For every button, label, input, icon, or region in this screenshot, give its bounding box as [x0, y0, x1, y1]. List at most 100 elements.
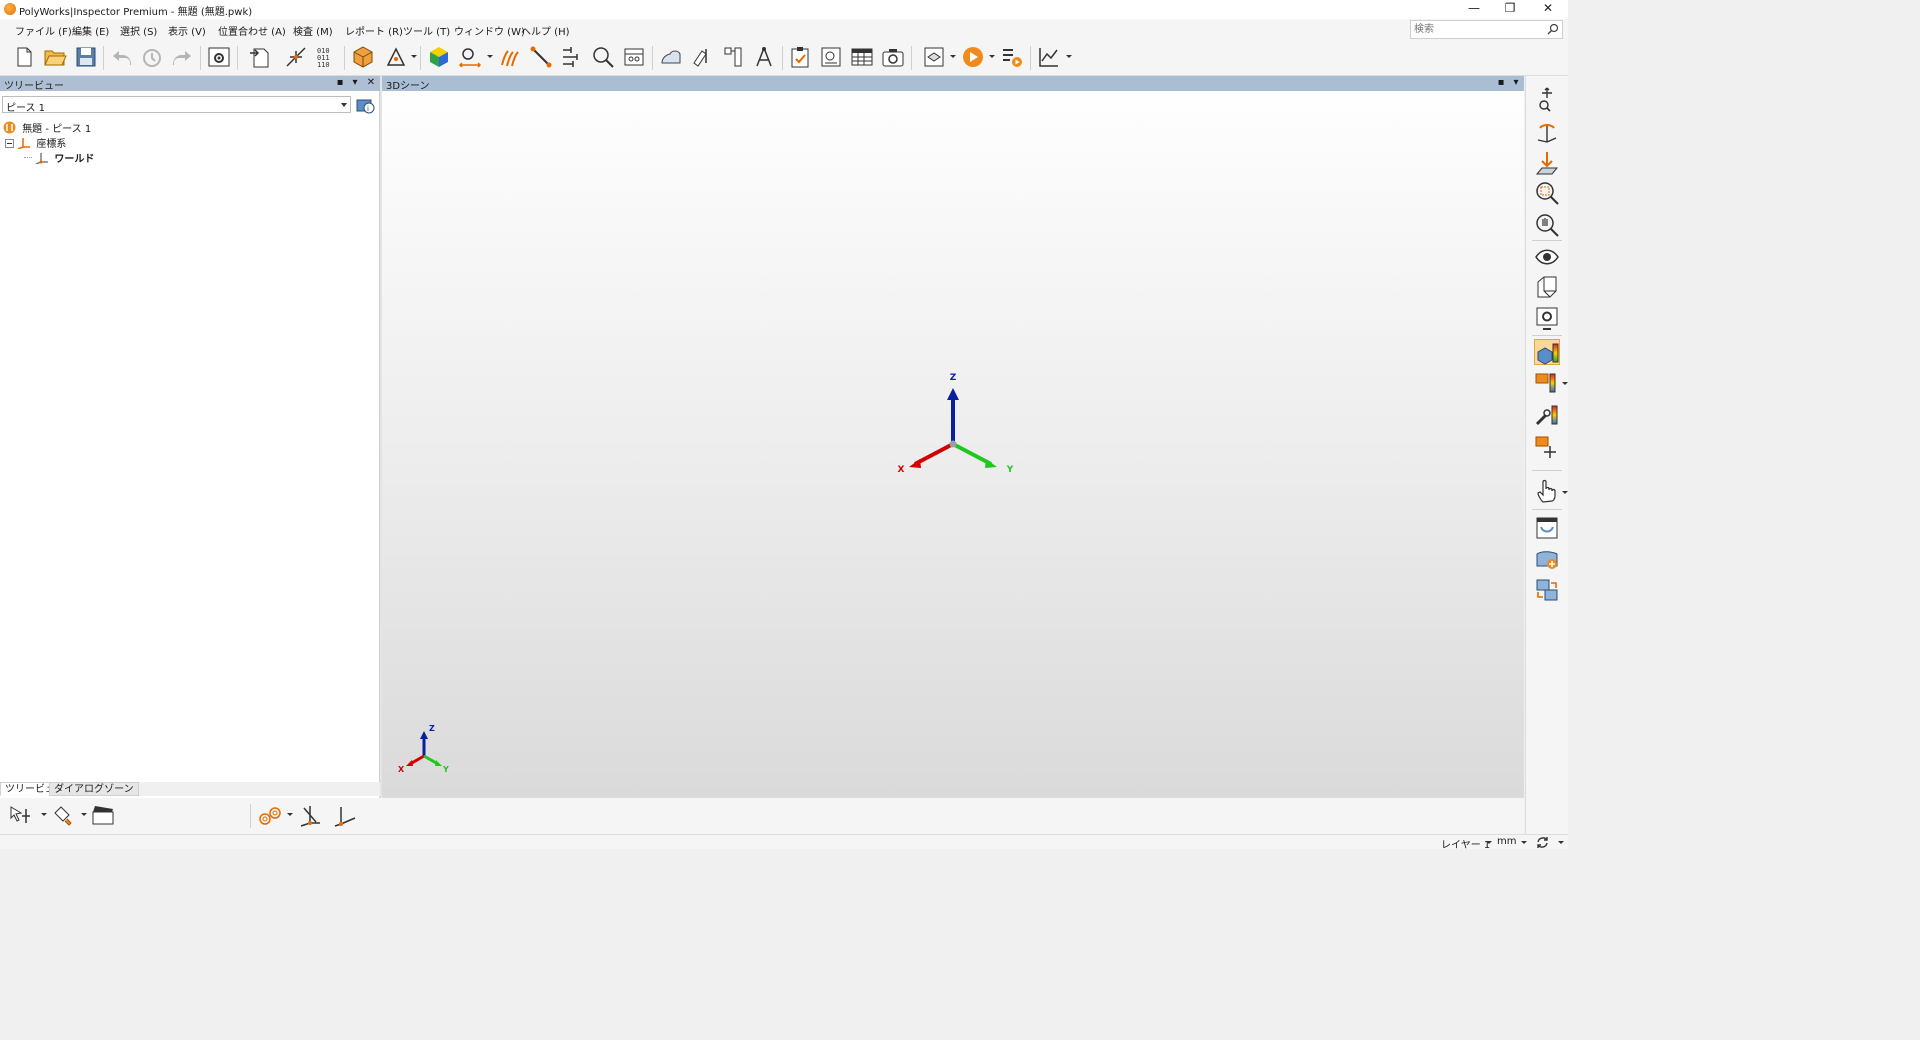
gauge-button[interactable]: [560, 45, 584, 71]
rotate-button[interactable]: [1534, 118, 1560, 144]
table-control-button[interactable]: [622, 45, 646, 71]
search-feature-button[interactable]: [591, 45, 615, 71]
measure-button[interactable]: [384, 45, 408, 71]
probe-button[interactable]: [284, 45, 308, 71]
menu-alignment[interactable]: 位置合わせ (A): [218, 23, 286, 38]
restore-button[interactable]: ❐: [1492, 0, 1528, 19]
play-dropdown-icon[interactable]: [989, 55, 995, 58]
z-axis-label: Z: [950, 373, 957, 383]
pin-icon[interactable]: ▪: [1495, 77, 1507, 89]
search-input[interactable]: [1411, 21, 1541, 38]
layer-selector[interactable]: レイヤー 1: [1441, 836, 1490, 851]
clipping-button[interactable]: [1534, 274, 1560, 300]
caliper-button[interactable]: [721, 45, 745, 71]
align-axes-button[interactable]: [298, 803, 322, 829]
sequence-button[interactable]: [1000, 45, 1024, 71]
targets-button[interactable]: [258, 803, 282, 829]
compare-dropdown-icon[interactable]: [487, 55, 493, 58]
collapse-icon[interactable]: [5, 139, 14, 148]
close-button[interactable]: ✕: [1530, 0, 1566, 19]
measure-dropdown-icon[interactable]: [411, 55, 417, 58]
undo-history-button[interactable]: [140, 45, 164, 71]
search-icon: [1547, 23, 1559, 35]
color-tool-button[interactable]: [1534, 402, 1560, 428]
sync-icon[interactable]: [1536, 836, 1549, 849]
checklist-button[interactable]: [788, 45, 812, 71]
menu-edit[interactable]: 編集 (E): [72, 23, 109, 38]
visibility-button[interactable]: [1534, 244, 1560, 270]
binary-data-button[interactable]: 010011110: [315, 45, 339, 71]
device-button[interactable]: [351, 45, 375, 71]
transfer-object-button[interactable]: [1534, 577, 1560, 603]
tree-item-coordinate-system[interactable]: 座標系: [5, 135, 66, 149]
line-button[interactable]: [529, 45, 553, 71]
undo-button[interactable]: [110, 45, 134, 71]
zoom-fit-button[interactable]: [1534, 180, 1560, 206]
panel-menu-icon[interactable]: ▾: [1510, 77, 1522, 89]
import-button[interactable]: [248, 45, 272, 71]
3d-scene[interactable]: 3Dシーン ▪ ▾ Z X Y Z X Y: [382, 76, 1524, 798]
pin-icon[interactable]: ▪: [334, 77, 346, 89]
view-settings-button[interactable]: [1534, 305, 1560, 331]
menu-inspect[interactable]: 検査 (M): [293, 23, 333, 38]
new-file-button[interactable]: [12, 45, 36, 71]
menu-tools[interactable]: ツール (T): [403, 23, 450, 38]
panel-menu-icon[interactable]: ▾: [349, 77, 361, 89]
feature-button[interactable]: [427, 45, 451, 71]
hand-dropdown-icon[interactable]: [1562, 491, 1568, 494]
layer-dropdown-icon[interactable]: [1486, 841, 1492, 844]
piece-properties-button[interactable]: i: [354, 95, 376, 115]
tree-item-world[interactable]: ワールド: [24, 150, 94, 164]
macro-dropdown-icon[interactable]: [950, 55, 956, 58]
report-snapshot-button[interactable]: [819, 45, 843, 71]
piece-select[interactable]: ピース 1: [2, 96, 351, 113]
chart-button[interactable]: [1037, 45, 1061, 71]
panel-close-icon[interactable]: ✕: [365, 77, 377, 89]
minimize-button[interactable]: —: [1456, 0, 1492, 19]
color-map-button[interactable]: [1534, 339, 1560, 365]
menu-window[interactable]: ウィンドウ (W): [454, 23, 525, 38]
unit-dropdown-icon[interactable]: [1521, 841, 1527, 844]
cloud-button[interactable]: [659, 45, 683, 71]
drop-view-button[interactable]: [1534, 150, 1560, 176]
compare-button[interactable]: [458, 45, 482, 71]
annotation-move-button[interactable]: [1534, 434, 1560, 460]
targets-dropdown-icon[interactable]: [287, 813, 293, 816]
menu-view[interactable]: 表示 (V): [168, 23, 206, 38]
annotation-color-button[interactable]: [1534, 370, 1560, 396]
play-button[interactable]: [961, 45, 985, 71]
pan-zoom-button[interactable]: [1534, 86, 1560, 112]
sync-dropdown-icon[interactable]: [1558, 841, 1564, 844]
open-file-button[interactable]: [43, 45, 67, 71]
options-button[interactable]: [207, 45, 231, 71]
menu-help[interactable]: ヘルプ (H): [521, 23, 570, 38]
select-tool-button[interactable]: [8, 803, 32, 829]
search-box[interactable]: [1410, 20, 1563, 39]
tree-item-project[interactable]: 無題 - ピース 1: [3, 120, 91, 134]
zoom-hand-button[interactable]: [1534, 212, 1560, 238]
macro-button[interactable]: [922, 45, 946, 71]
screenshot-button[interactable]: [881, 45, 905, 71]
menu-file[interactable]: ファイル (F): [15, 23, 72, 38]
surface-button[interactable]: [498, 45, 522, 71]
unit-selector[interactable]: mm: [1497, 836, 1516, 847]
coordinate-button[interactable]: [333, 803, 357, 829]
scan-button[interactable]: [690, 45, 714, 71]
redo-button[interactable]: [170, 45, 194, 71]
chart-dropdown-icon[interactable]: [1066, 55, 1072, 58]
annotation-dropdown-icon[interactable]: [1562, 382, 1568, 385]
hand-interaction-button[interactable]: [1534, 478, 1560, 504]
select-tool-dropdown-icon[interactable]: [41, 813, 47, 816]
save-button[interactable]: [74, 45, 98, 71]
clapper-button[interactable]: [91, 803, 115, 829]
paint-tool-button[interactable]: [51, 803, 75, 829]
menu-select[interactable]: 選択 (S): [120, 23, 157, 38]
transfer-surface-icon: [1534, 577, 1560, 603]
menu-report[interactable]: レポート (R): [345, 23, 403, 38]
object-panel-button[interactable]: [1534, 515, 1560, 541]
add-object-button[interactable]: [1534, 546, 1560, 572]
paint-tool-dropdown-icon[interactable]: [81, 813, 87, 816]
compass-button[interactable]: [752, 45, 776, 71]
tab-dialog-zone[interactable]: ダイアログゾーン: [49, 782, 139, 796]
table-button[interactable]: [850, 45, 874, 71]
